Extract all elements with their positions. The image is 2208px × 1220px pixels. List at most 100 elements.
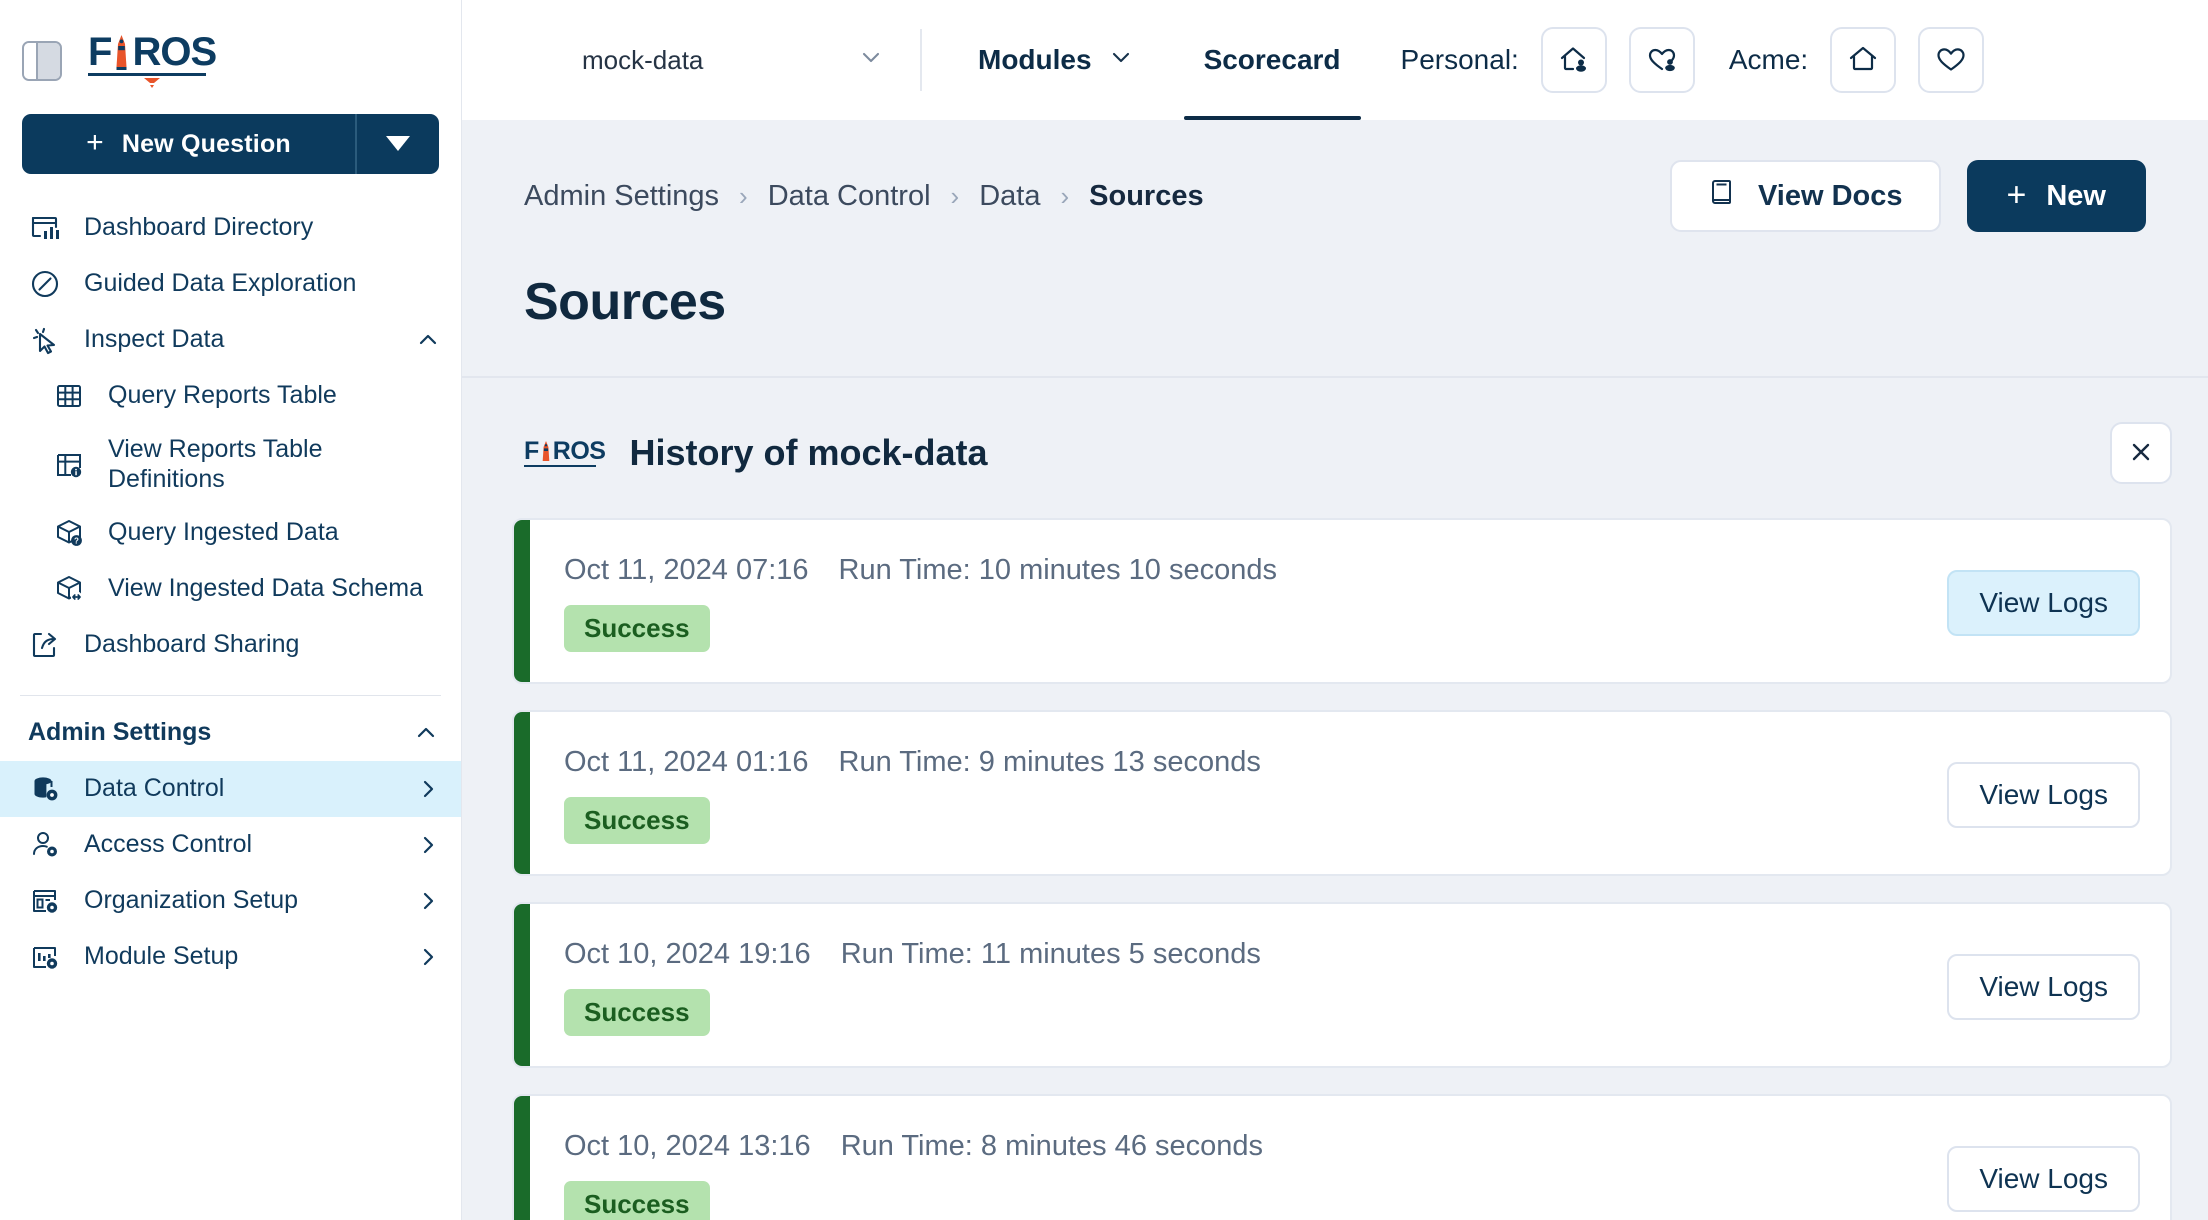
- org-home-button[interactable]: [1830, 27, 1897, 93]
- status-accent-bar: [514, 712, 530, 874]
- personal-favorites-button[interactable]: [1628, 27, 1695, 93]
- panel-toggle-icon[interactable]: [22, 41, 62, 81]
- chevron-up-icon[interactable]: [415, 327, 441, 353]
- user-gear-icon: [28, 828, 62, 862]
- chevron-right-icon[interactable]: [415, 833, 441, 857]
- sidebar-item-dashboard-directory[interactable]: Dashboard Directory: [0, 200, 461, 256]
- datasource-select[interactable]: mock-data: [526, 42, 886, 79]
- logo-underline: [88, 73, 206, 76]
- topbar-divider: [920, 29, 922, 91]
- run-runtime: Run Time: 9 minutes 13 seconds: [838, 746, 1261, 778]
- sidebar-item-query-reports-table[interactable]: Query Reports Table: [0, 368, 461, 424]
- close-history-button[interactable]: [2110, 422, 2172, 484]
- logo-part-f: F: [524, 436, 539, 465]
- history-title: History of mock-data: [629, 432, 988, 473]
- chevron-down-icon: [1108, 44, 1134, 77]
- plus-icon: +: [2006, 175, 2027, 214]
- svg-text:?: ?: [74, 537, 79, 546]
- logo-part-f: F: [88, 30, 112, 74]
- chevron-right-icon[interactable]: [415, 889, 441, 913]
- page-header: Admin Settings › Data Control › Data › S…: [462, 120, 2208, 376]
- sidebar-item-view-ingested-data-schema[interactable]: View Ingested Data Schema: [0, 561, 461, 617]
- breadcrumb-item-data[interactable]: Data: [979, 180, 1040, 213]
- sidebar-item-label: Guided Data Exploration: [84, 269, 357, 298]
- sidebar-item-view-reports-table-definitions[interactable]: View Reports Table Definitions: [0, 424, 461, 505]
- view-logs-button[interactable]: View Logs: [1947, 570, 2140, 636]
- sidebar-item-organization-setup[interactable]: Organization Setup: [0, 873, 461, 929]
- view-logs-button[interactable]: View Logs: [1947, 1146, 2140, 1212]
- personal-home-button[interactable]: [1540, 27, 1607, 93]
- page-title: Sources: [524, 273, 726, 331]
- modules-menu[interactable]: Modules: [956, 44, 1156, 77]
- sidebar-item-label: Organization Setup: [84, 886, 299, 915]
- tab-scorecard[interactable]: Scorecard: [1178, 0, 1367, 120]
- breadcrumb-item-data-control[interactable]: Data Control: [768, 180, 931, 213]
- heart-icon: [1934, 42, 1968, 79]
- admin-settings-title: Admin Settings: [28, 718, 212, 746]
- history-header: F ROS History of mock-data: [462, 378, 2208, 518]
- view-logs-button[interactable]: View Logs: [1947, 954, 2140, 1020]
- logo-part-ros: ROS: [132, 30, 217, 74]
- breadcrumb-item-admin-settings[interactable]: Admin Settings: [524, 180, 719, 213]
- chevron-up-icon[interactable]: [413, 720, 439, 746]
- run-history-row: Oct 11, 2024 07:16 Run Time: 10 minutes …: [512, 518, 2172, 684]
- view-docs-button[interactable]: View Docs: [1669, 160, 1941, 232]
- run-timestamp: Oct 11, 2024 01:16: [564, 746, 809, 778]
- close-icon: [2126, 437, 2156, 470]
- chevron-right-icon[interactable]: [415, 777, 441, 801]
- sidebar-item-module-setup[interactable]: Module Setup: [0, 929, 461, 985]
- sidebar-item-data-control[interactable]: Data Control: [0, 761, 461, 817]
- view-logs-button[interactable]: View Logs: [1947, 762, 2140, 828]
- cursor-sparkle-icon: [28, 323, 62, 357]
- sidebar-item-label: View Reports Table Definitions: [108, 435, 323, 493]
- new-question-dropdown-button[interactable]: [355, 114, 439, 174]
- heart-person-icon: [1645, 42, 1679, 79]
- logo-part-ros: ROS: [552, 436, 606, 465]
- breadcrumb-separator-icon: ›: [739, 180, 748, 211]
- table-info-icon: [52, 448, 86, 482]
- org-favorites-button[interactable]: [1918, 27, 1985, 93]
- run-timestamp: Oct 10, 2024 13:16: [564, 1130, 811, 1162]
- scorecard-label: Scorecard: [1203, 44, 1341, 75]
- main-area: mock-data Modules Scorecard Personal: Ac…: [462, 0, 2208, 1220]
- sidebar-item-guided-data-exploration[interactable]: Guided Data Exploration: [0, 256, 461, 312]
- sidebar-item-dashboard-sharing[interactable]: Dashboard Sharing: [0, 617, 461, 673]
- sidebar-item-inspect-data[interactable]: Inspect Data: [0, 312, 461, 368]
- compass-icon: [28, 267, 62, 301]
- sidebar-item-query-ingested-data[interactable]: ? Query Ingested Data: [0, 505, 461, 561]
- new-button[interactable]: + New: [1966, 160, 2146, 232]
- chevron-right-icon[interactable]: [415, 945, 441, 969]
- datasource-value: mock-data: [582, 44, 704, 75]
- run-history-row: Oct 10, 2024 13:16 Run Time: 8 minutes 4…: [512, 1094, 2172, 1220]
- org-label: Acme:: [1728, 44, 1809, 75]
- breadcrumb-separator-icon: ›: [950, 180, 960, 211]
- sidebar-item-label: Module Setup: [84, 942, 239, 971]
- sidebar-item-label: View Ingested Data Schema: [108, 574, 424, 603]
- database-gear-icon: [28, 772, 62, 806]
- home-icon: [1846, 42, 1880, 79]
- admin-settings-nav: Data Control Access Control Organization…: [0, 761, 461, 985]
- admin-settings-section-header[interactable]: Admin Settings: [0, 696, 461, 761]
- sidebar-nav: Dashboard Directory Guided Data Explorat…: [0, 174, 461, 673]
- lighthouse-icon: [112, 33, 131, 71]
- breadcrumb: Admin Settings › Data Control › Data › S…: [524, 180, 1204, 213]
- app-root: F ROS + New Question Dashboard Directory…: [0, 0, 2208, 1220]
- view-docs-label: View Docs: [1757, 179, 1903, 212]
- status-badge: Success: [564, 605, 710, 652]
- status-accent-bar: [514, 1096, 530, 1220]
- dashboard-directory-icon: [28, 211, 62, 245]
- cube-link-icon: [52, 572, 86, 606]
- run-runtime: Run Time: 8 minutes 46 seconds: [840, 1130, 1264, 1162]
- topbar: mock-data Modules Scorecard Personal: Ac…: [462, 0, 2208, 120]
- status-accent-bar: [514, 904, 530, 1066]
- page-actions: View Docs + New: [1669, 160, 2146, 232]
- content-area: Admin Settings › Data Control › Data › S…: [462, 120, 2208, 1220]
- personal-label: Personal:: [1400, 44, 1519, 75]
- run-history-row: Oct 11, 2024 01:16 Run Time: 9 minutes 1…: [512, 710, 2172, 876]
- run-runtime: Run Time: 11 minutes 5 seconds: [840, 938, 1261, 970]
- history-panel: F ROS History of mock-data Oct 11, 2024 …: [462, 378, 2208, 1220]
- sidebar-item-access-control[interactable]: Access Control: [0, 817, 461, 873]
- sidebar-item-label: Access Control: [84, 830, 253, 859]
- new-question-button[interactable]: + New Question: [22, 114, 355, 174]
- table-grid-icon: [52, 379, 86, 413]
